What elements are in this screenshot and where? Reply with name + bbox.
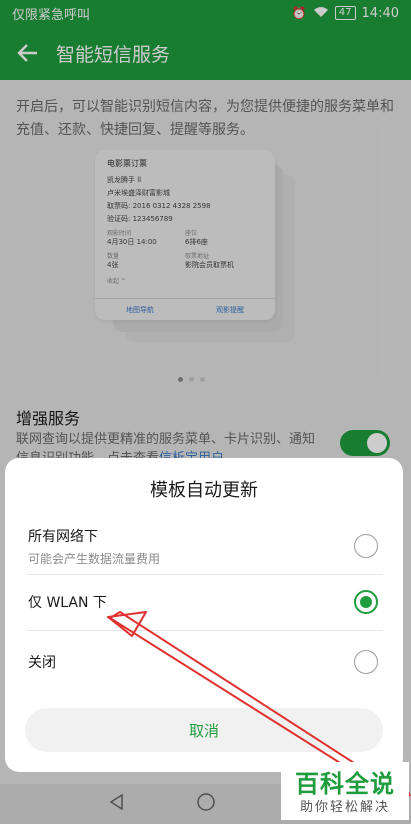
watermark-slogan: 助你轻松解决 [299, 800, 390, 815]
radio-checked-icon[interactable] [354, 590, 378, 614]
option-label: 关闭 [28, 655, 56, 671]
option-off[interactable]: 关闭 [5, 630, 403, 686]
option-label: 所有网络下 [28, 529, 98, 545]
option-sublabel: 可能会产生数据流量费用 [28, 552, 161, 566]
cancel-button[interactable]: 取消 [25, 708, 383, 752]
radio-unchecked-icon[interactable] [354, 534, 378, 558]
divider [27, 574, 383, 575]
radio-unchecked-icon[interactable] [354, 650, 378, 674]
option-wlan-only[interactable]: 仅 WLAN 下 [5, 574, 403, 630]
option-label: 仅 WLAN 下 [28, 595, 107, 611]
option-all-networks[interactable]: 所有网络下 可能会产生数据流量费用 [5, 518, 403, 574]
template-update-dialog: 模板自动更新 所有网络下 可能会产生数据流量费用 仅 WLAN 下 关闭 取消 [5, 458, 403, 772]
divider [27, 630, 383, 631]
watermark-brand: 百科全说 [295, 770, 395, 798]
watermark-logo: 百科全说 助你轻松解决 [281, 762, 409, 820]
dialog-title: 模板自动更新 [150, 480, 258, 501]
